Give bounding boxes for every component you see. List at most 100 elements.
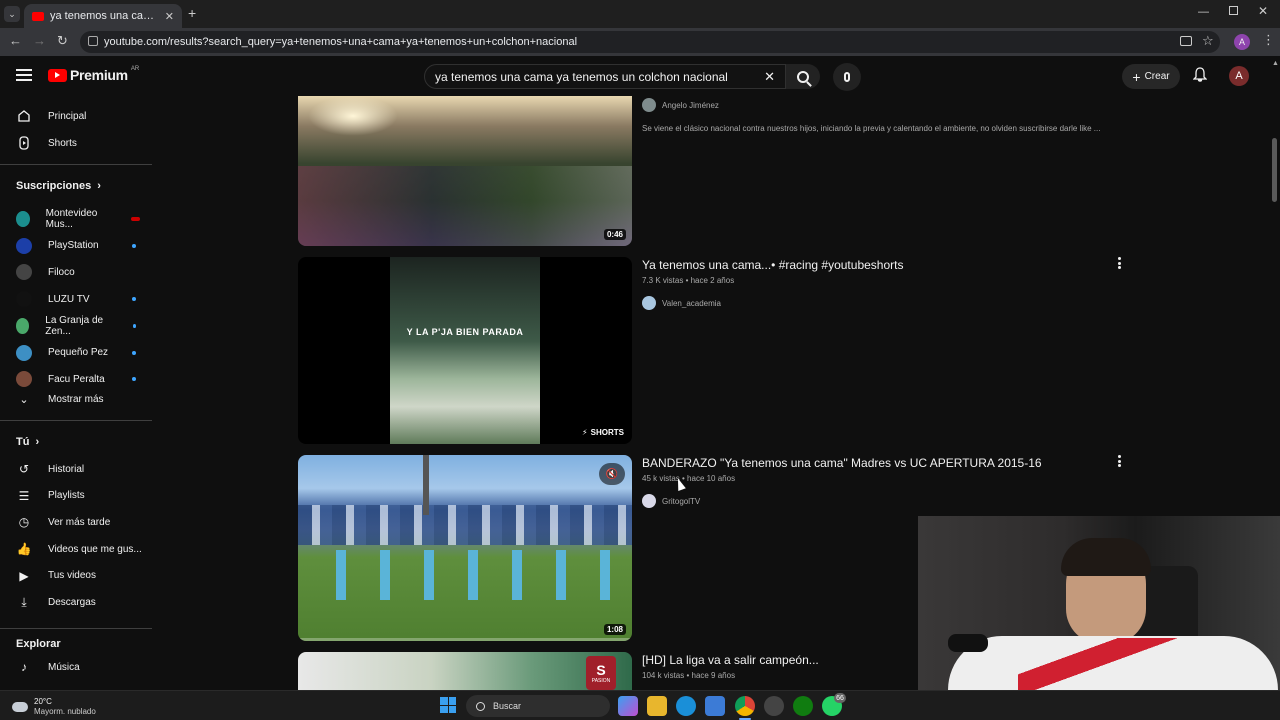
shorts-frame-image [390, 257, 540, 444]
new-tab-button[interactable]: + [188, 5, 196, 21]
close-window-icon[interactable]: ✕ [1258, 4, 1268, 18]
sidebar-item-label: La Granja de Zen... [45, 314, 104, 337]
sidebar-item-musica[interactable]: ♪ Música [8, 654, 148, 680]
sidebar-subscription-item[interactable]: Pequeño Pez [8, 340, 148, 366]
search-query-text: ya tenemos una cama ya tenemos un colcho… [435, 69, 728, 84]
youtube-logo[interactable]: Premium AR [48, 66, 139, 83]
more-actions-icon[interactable] [1114, 454, 1124, 468]
notifications-bell-icon[interactable] [1192, 67, 1208, 83]
search-input[interactable]: ya tenemos una cama ya tenemos un colcho… [424, 64, 786, 89]
edge-browser-icon[interactable] [676, 696, 696, 716]
weather-widget[interactable]: 20°C Mayorm. nublado [12, 697, 96, 717]
video-metadata: 7.3 K vistas • hace 2 años [642, 276, 735, 285]
channel-link[interactable]: GritogolTV [642, 494, 700, 508]
youtube-header: Premium AR ya tenemos una cama ya tenemo… [0, 56, 1280, 96]
channel-name: Angelo Jiménez [662, 100, 719, 110]
create-button[interactable]: + Crear [1122, 64, 1180, 89]
install-app-icon[interactable] [1180, 36, 1192, 46]
sidebar-subscription-item[interactable]: La Granja de Zen... [8, 313, 148, 339]
microphone-arm [948, 634, 988, 652]
create-label: Crear [1144, 71, 1170, 82]
sidebar-item-label: PlayStation [48, 240, 99, 252]
sidebar-item-playlists[interactable]: ☰ Playlists [8, 483, 148, 509]
sidebar-item-label: Videos que me gus... [48, 543, 142, 555]
video-title[interactable]: BANDERAZO "Ya tenemos una cama" Madres v… [642, 456, 1042, 470]
sidebar-item-watch-later[interactable]: ◷ Ver más tarde [8, 509, 148, 535]
site-info-icon[interactable] [88, 36, 98, 46]
you-heading-label: Tú [16, 436, 30, 448]
video-title[interactable]: [HD] La liga va a salir campeón... [642, 653, 819, 667]
sidebar-item-like[interactable]: 👍 Videos que me gus... [8, 536, 148, 562]
video-title[interactable]: Ya tenemos una cama...• #racing #youtube… [642, 258, 903, 272]
volume-muted-icon: 🔇 [605, 468, 619, 480]
your-videos-icon: ▶ [19, 568, 29, 583]
video-thumbnail[interactable]: S PASION [298, 652, 632, 690]
video-thumbnail[interactable]: Y LA P'JA BIEN PARADA ⚡ SHORTS [298, 257, 632, 444]
channel-link[interactable]: Valen_academia [642, 296, 721, 310]
tab-list-button[interactable]: ⌄ [4, 6, 20, 22]
store-icon[interactable] [705, 696, 725, 716]
channel-avatar [642, 98, 656, 112]
clear-search-icon[interactable]: ✕ [764, 69, 775, 85]
close-tab-icon[interactable]: ✕ [165, 10, 174, 23]
video-metadata: 45 k vistas • hace 10 años [642, 474, 736, 483]
sidebar-item-shorts[interactable]: Shorts [8, 130, 148, 156]
video-thumbnail[interactable]: 🔇 1:08 [298, 455, 632, 641]
forward-icon[interactable]: → [33, 33, 46, 48]
minimize-icon[interactable]: — [1198, 6, 1209, 18]
sidebar-subscription-item[interactable]: LUZU TV [8, 286, 148, 312]
sidebar-subscription-item[interactable]: Filoco [8, 259, 148, 285]
show-more-button[interactable]: ⌄ Mostrar más [8, 386, 148, 412]
download-icon: ⤓ [21, 595, 27, 609]
xbox-icon[interactable] [793, 696, 813, 716]
sidebar-item-principal[interactable]: Principal [8, 103, 148, 129]
scroll-up-icon[interactable]: ▲ [1272, 60, 1279, 70]
you-heading[interactable]: Tú › [16, 436, 39, 448]
search-button[interactable] [786, 64, 820, 89]
channel-link[interactable]: Angelo Jiménez [642, 98, 719, 112]
weather-temp: 20°C [34, 697, 52, 706]
copilot-icon[interactable] [618, 696, 638, 716]
address-bar[interactable]: youtube.com/results?search_query=ya+tene… [80, 31, 1220, 53]
browser-menu-icon[interactable]: ⋮ [1262, 32, 1275, 48]
channel-avatar [16, 291, 32, 308]
bookmark-star-icon[interactable]: ☆ [1202, 33, 1214, 49]
cloud-icon [12, 702, 28, 712]
taskbar-search[interactable]: Buscar [466, 695, 610, 717]
account-avatar[interactable]: A [1229, 66, 1249, 86]
sidebar-item-label: Playlists [48, 490, 85, 502]
channel-avatar [16, 344, 32, 361]
browser-tab[interactable]: ya tenemos una cama ya tenemos ✕ [24, 4, 182, 28]
profile-avatar[interactable]: A [1234, 34, 1250, 50]
file-explorer-icon[interactable] [647, 696, 667, 716]
subscriptions-heading[interactable]: Suscripciones › [16, 180, 101, 192]
logo-text: Premium [70, 67, 128, 83]
url-text: youtube.com/results?search_query=ya+tene… [104, 36, 578, 48]
windows-start-icon[interactable] [440, 697, 456, 713]
sidebar-item-history[interactable]: ↺ Historial [8, 456, 148, 482]
sidebar-item-label: Filoco [48, 266, 75, 278]
reload-icon[interactable]: ↻ [57, 33, 68, 49]
voice-search-button[interactable] [833, 63, 861, 91]
sidebar-item-download[interactable]: ⤓ Descargas [8, 590, 148, 616]
hamburger-menu-icon[interactable] [16, 69, 32, 81]
shorts-icon [16, 135, 32, 151]
more-actions-icon[interactable] [1114, 256, 1124, 270]
video-thumbnail[interactable]: 0:46 [298, 96, 632, 246]
scrollbar-thumb[interactable] [1272, 138, 1277, 202]
thumb-badge-text: PASION [591, 678, 611, 684]
back-icon[interactable]: ← [9, 33, 22, 48]
shorts-label: SHORTS [590, 428, 624, 437]
sidebar-subscription-item[interactable]: Montevideo Mus... [8, 206, 148, 232]
channel-avatar [16, 317, 30, 334]
sidebar-item-your-videos[interactable]: ▶ Tus videos [8, 563, 148, 589]
chrome-icon[interactable] [735, 696, 755, 716]
show-more-label: Mostrar más [48, 393, 104, 405]
shorts-icon: ⚡ [582, 428, 588, 437]
sidebar-subscription-item[interactable]: PlayStation [8, 233, 148, 259]
steam-icon[interactable] [764, 696, 784, 716]
channel-avatar [16, 264, 32, 281]
mute-button[interactable]: 🔇 [599, 463, 625, 485]
maximize-icon[interactable] [1229, 6, 1238, 15]
new-content-dot [132, 243, 136, 248]
